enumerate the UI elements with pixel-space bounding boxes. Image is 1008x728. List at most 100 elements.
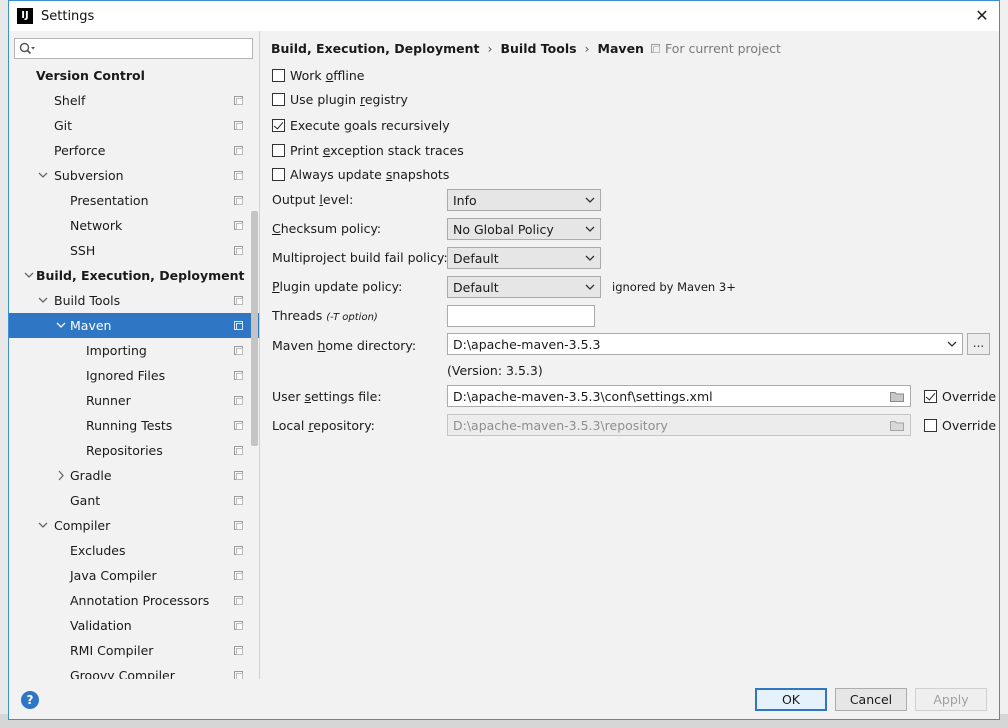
use-plugin-registry-checkbox-box[interactable] [272, 92, 285, 106]
sidebar-item-label: Repositories [86, 443, 163, 458]
chevron-down-icon[interactable] [23, 263, 35, 288]
sidebar-item-build-tools[interactable]: Build Tools [9, 288, 259, 313]
breadcrumb-separator: › [584, 41, 590, 56]
multiproject-build-fail-policy-label: Multiproject build fail policy: [272, 250, 448, 265]
sidebar-item-shelf[interactable]: Shelf [9, 88, 259, 113]
breadcrumb-separator: › [487, 41, 493, 56]
sidebar-scrollbar-thumb[interactable] [251, 211, 258, 446]
sidebar-item-importing[interactable]: Importing [9, 338, 259, 363]
sidebar-item-excludes[interactable]: Excludes [9, 538, 259, 563]
always-update-snapshots-checkbox-box[interactable] [272, 167, 285, 181]
sidebar-item-compiler[interactable]: Compiler [9, 513, 259, 538]
sidebar-item-subversion[interactable]: Subversion [9, 163, 259, 188]
sidebar-item-ignored-files[interactable]: Ignored Files [9, 363, 259, 388]
ok-button[interactable]: OK [755, 688, 827, 711]
sidebar-item-label: Annotation Processors [70, 593, 210, 608]
sidebar-item-validation[interactable]: Validation [9, 613, 259, 638]
project-scope-icon [234, 471, 243, 480]
sidebar-item-label: RMI Compiler [70, 643, 154, 658]
title-bar[interactable]: IJ Settings ✕ [9, 1, 999, 31]
plugin-update-policy-dropdown[interactable]: Default [447, 276, 601, 298]
sidebar-item-label: Network [70, 218, 123, 233]
user-settings-override-checkbox[interactable]: Override [924, 387, 996, 405]
chevron-down-icon[interactable] [37, 163, 49, 188]
execute-goals-recursively-checkbox[interactable]: Execute goals recursively [272, 116, 450, 134]
sidebar-item-running-tests[interactable]: Running Tests [9, 413, 259, 438]
project-scope-icon [234, 571, 243, 580]
plugin-update-policy-value: Default [453, 279, 499, 295]
local-repository-override-label: Override [942, 417, 997, 433]
threads-input[interactable] [447, 305, 595, 327]
user-settings-override-label: Override [942, 388, 997, 404]
help-icon[interactable]: ? [21, 691, 39, 709]
sidebar-item-ssh[interactable]: SSH [9, 238, 259, 263]
print-exception-stack-traces-checkbox[interactable]: Print exception stack traces [272, 141, 464, 159]
sidebar-item-runner[interactable]: Runner [9, 388, 259, 413]
breadcrumb-build-tools: Build Tools [500, 41, 577, 56]
use-plugin-registry-checkbox[interactable]: Use plugin registry [272, 90, 408, 108]
checksum-policy-label: Checksum policy: [272, 221, 382, 236]
sidebar-item-perforce[interactable]: Perforce [9, 138, 259, 163]
chevron-down-icon[interactable] [55, 313, 67, 338]
sidebar-item-build-execution-deployment[interactable]: Build, Execution, Deployment [9, 263, 259, 288]
project-scope-icon [234, 596, 243, 605]
maven-home-browse-button[interactable]: ... [967, 333, 990, 355]
sidebar-item-groovy-compiler[interactable]: Groovy Compiler [9, 663, 259, 679]
close-button[interactable]: ✕ [971, 5, 993, 27]
execute-goals-recursively-checkbox-box[interactable] [272, 118, 285, 132]
sidebar-item-maven[interactable]: Maven [9, 313, 259, 338]
sidebar-item-presentation[interactable]: Presentation [9, 188, 259, 213]
settings-search-box[interactable] [14, 38, 253, 59]
intellij-app-icon: IJ [17, 8, 33, 24]
checksum-policy-dropdown[interactable]: No Global Policy [447, 218, 601, 240]
threads-label: Threads (-T option) [272, 308, 378, 323]
sidebar-item-gant[interactable]: Gant [9, 488, 259, 513]
sidebar-item-label: Maven [70, 318, 112, 333]
maven-version-label: (Version: 3.5.3) [447, 363, 543, 378]
work-offline-checkbox-box[interactable] [272, 68, 285, 82]
sidebar-item-label: Running Tests [86, 418, 173, 433]
chevron-down-icon[interactable] [37, 513, 49, 538]
sidebar-item-version-control[interactable]: Version Control [9, 63, 259, 88]
sidebar-item-label: Validation [70, 618, 132, 633]
project-scope-icon [651, 44, 660, 53]
local-repository-override-checkbox-box[interactable] [924, 418, 937, 432]
print-exception-stack-traces-checkbox-box[interactable] [272, 143, 285, 157]
sidebar-item-java-compiler[interactable]: Java Compiler [9, 563, 259, 588]
sidebar-item-annotation-processors[interactable]: Annotation Processors [9, 588, 259, 613]
output-level-dropdown[interactable]: Info [447, 189, 601, 211]
project-scope-icon [234, 621, 243, 630]
settings-search-input[interactable] [37, 40, 252, 57]
project-scope-icon [234, 396, 243, 405]
sidebar-item-label: Build, Execution, Deployment [36, 268, 245, 283]
sidebar-item-label: Importing [86, 343, 147, 358]
chevron-right-icon[interactable] [55, 463, 67, 488]
chevron-down-icon[interactable] [37, 288, 49, 313]
sidebar-item-repositories[interactable]: Repositories [9, 438, 259, 463]
folder-icon[interactable] [890, 420, 904, 431]
apply-button[interactable]: Apply [915, 688, 987, 711]
local-repository-input[interactable]: D:\apache-maven-3.5.3\repository [447, 414, 911, 436]
user-settings-file-input[interactable]: D:\apache-maven-3.5.3\conf\settings.xml [447, 385, 911, 407]
always-update-snapshots-checkbox[interactable]: Always update snapshots [272, 165, 449, 183]
sidebar-item-label: Version Control [36, 68, 145, 83]
for-current-project-label: For current project [665, 41, 781, 56]
user-settings-override-checkbox-box[interactable] [924, 389, 937, 403]
plugin-update-policy-note: ignored by Maven 3+ [612, 280, 736, 294]
sidebar-item-network[interactable]: Network [9, 213, 259, 238]
sidebar-item-rmi-compiler[interactable]: RMI Compiler [9, 638, 259, 663]
maven-home-directory-label: Maven home directory: [272, 338, 417, 353]
dialog-footer: ? OK Cancel Apply [9, 679, 999, 719]
folder-icon[interactable] [890, 391, 904, 402]
project-scope-icon [234, 246, 243, 255]
project-scope-icon [234, 296, 243, 305]
multiproject-build-fail-policy-dropdown[interactable]: Default [447, 247, 601, 269]
sidebar-item-git[interactable]: Git [9, 113, 259, 138]
local-repository-override-checkbox[interactable]: Override [924, 416, 996, 434]
cancel-button[interactable]: Cancel [835, 688, 907, 711]
sidebar-item-gradle[interactable]: Gradle [9, 463, 259, 488]
multiproject-build-fail-policy-value: Default [453, 250, 499, 266]
work-offline-checkbox[interactable]: Work offline [272, 66, 364, 84]
maven-home-directory-combo[interactable]: D:\apache-maven-3.5.3 [447, 333, 963, 355]
sidebar-item-label: Compiler [54, 518, 111, 533]
